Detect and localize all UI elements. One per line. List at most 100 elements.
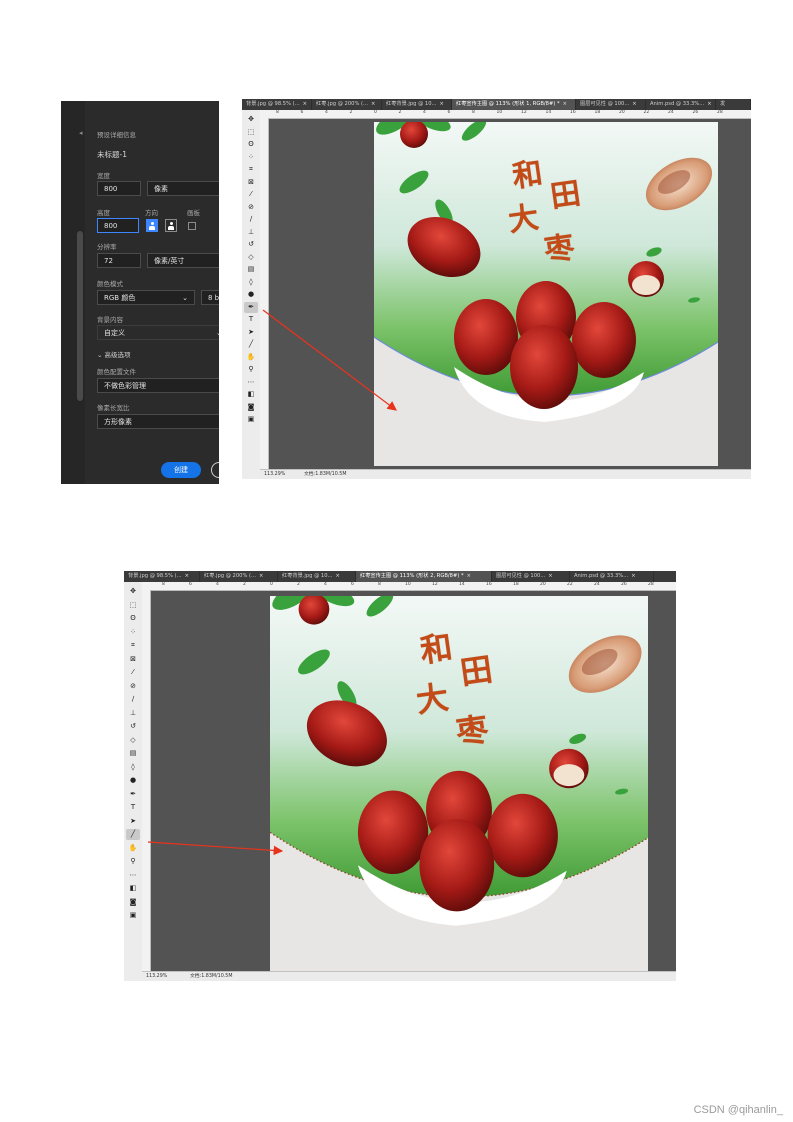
screen-mode-icon[interactable]: ▣ xyxy=(126,910,140,921)
frame-tool-icon[interactable]: ⊠ xyxy=(244,177,258,188)
close-icon[interactable]: × xyxy=(185,573,189,579)
quick-select-tool-icon[interactable]: ⁘ xyxy=(244,152,258,163)
hand-tool-icon[interactable]: ✋ xyxy=(126,843,140,854)
height-input[interactable]: 800 xyxy=(97,218,139,233)
eyedropper-tool-icon[interactable]: ⁄ xyxy=(126,667,140,678)
document-tab[interactable]: 红枣.jpg @ 200% (... × xyxy=(200,571,278,582)
document-tab-active[interactable]: 红枣宣传主图 @ 113% (形状 2, RGB/8#) * × xyxy=(356,571,492,582)
document-tab-active[interactable]: 红枣宣传主图 @ 113% (形状 1, RGB/8#) * × xyxy=(452,99,576,110)
healing-tool-icon[interactable]: ⊘ xyxy=(126,681,140,692)
artboard-checkbox[interactable] xyxy=(188,222,196,230)
document-tab[interactable]: 图层可见性 @ 100... × xyxy=(576,99,646,110)
dodge-tool-icon[interactable]: ● xyxy=(126,775,140,786)
zoom-level[interactable]: 113.29% xyxy=(264,470,285,479)
document-tab[interactable]: 红枣背景.jpg @ 10... × xyxy=(382,99,452,110)
path-select-tool-icon[interactable]: ➤ xyxy=(244,327,258,338)
brush-tool-icon[interactable]: ∕ xyxy=(126,694,140,705)
dodge-tool-icon[interactable]: ● xyxy=(244,289,258,300)
colors-icon[interactable]: ◧ xyxy=(126,883,140,894)
colors-icon[interactable]: ◧ xyxy=(244,389,258,400)
width-unit-select[interactable]: 像素 xyxy=(147,181,219,196)
stamp-tool-icon[interactable]: ⊥ xyxy=(126,708,140,719)
move-tool-icon[interactable]: ✥ xyxy=(244,114,258,125)
stamp-tool-icon[interactable]: ⊥ xyxy=(244,227,258,238)
history-brush-tool-icon[interactable]: ↺ xyxy=(244,239,258,250)
crop-tool-icon[interactable]: ⌗ xyxy=(244,164,258,175)
healing-tool-icon[interactable]: ⊘ xyxy=(244,202,258,213)
close-icon[interactable]: × xyxy=(467,573,471,579)
close-icon[interactable]: × xyxy=(259,573,263,579)
type-tool-icon[interactable]: T xyxy=(126,802,140,813)
document-tab[interactable]: 背景.jpg @ 98.5% (... × xyxy=(124,571,200,582)
horizontal-ruler[interactable]: 8 6 4 2 0 2 4 6 8 10 12 14 16 18 20 22 24 26 28 xyxy=(260,110,751,119)
document-tab[interactable]: 红枣背景.jpg @ 10... × xyxy=(278,571,356,582)
quick-select-tool-icon[interactable]: ⁘ xyxy=(126,627,140,638)
line-tool-icon[interactable]: ╱ xyxy=(126,829,140,840)
lasso-tool-icon[interactable]: ʘ xyxy=(126,613,140,624)
history-brush-tool-icon[interactable]: ↺ xyxy=(126,721,140,732)
color-mode-select[interactable]: RGB 颜色 ⌄ xyxy=(97,290,195,305)
document-tab[interactable]: 图层可见性 @ 100... × xyxy=(492,571,570,582)
panel-scrollbar[interactable] xyxy=(77,231,83,401)
gradient-tool-icon[interactable]: ▤ xyxy=(126,748,140,759)
crop-tool-icon[interactable]: ⌗ xyxy=(126,640,140,651)
screen-mode-icon[interactable]: ▣ xyxy=(244,414,258,425)
path-select-tool-icon[interactable]: ➤ xyxy=(126,816,140,827)
zoom-tool-icon[interactable]: ⚲ xyxy=(126,856,140,867)
quick-mask-icon[interactable]: ◙ xyxy=(244,402,258,413)
horizontal-ruler[interactable]: 8 6 4 2 0 2 4 6 8 10 12 14 16 18 20 22 24 26 28 xyxy=(142,582,676,591)
document-tab[interactable]: 红枣.jpg @ 200% (... × xyxy=(312,99,382,110)
close-icon[interactable]: × xyxy=(371,101,375,107)
line-tool-icon[interactable]: ╱ xyxy=(244,339,258,350)
hand-tool-icon[interactable]: ✋ xyxy=(244,352,258,363)
pen-tool-icon[interactable]: ✒ xyxy=(126,789,140,800)
frame-tool-icon[interactable]: ⊠ xyxy=(126,654,140,665)
blur-tool-icon[interactable]: ◊ xyxy=(244,277,258,288)
type-tool-icon[interactable]: T xyxy=(244,314,258,325)
close-icon[interactable]: × xyxy=(303,101,307,107)
document-name-field[interactable]: 未标题-1 xyxy=(97,149,127,160)
bit-depth-select[interactable]: 8 b xyxy=(201,290,219,305)
document-canvas[interactable]: 和田大枣 xyxy=(374,122,718,466)
create-button[interactable]: 创建 xyxy=(161,462,201,478)
resolution-unit-select[interactable]: 像素/英寸 xyxy=(147,253,219,268)
quick-mask-icon[interactable]: ◙ xyxy=(126,897,140,908)
collapse-icon[interactable]: ◂ xyxy=(79,129,83,137)
more-tools-icon[interactable]: ⋯ xyxy=(126,870,140,881)
document-tab[interactable]: 背景.jpg @ 98.5% (... × xyxy=(242,99,312,110)
brush-tool-icon[interactable]: ∕ xyxy=(244,214,258,225)
gradient-tool-icon[interactable]: ▤ xyxy=(244,264,258,275)
pen-tool-icon[interactable]: ✒ xyxy=(244,301,258,313)
close-icon[interactable]: × xyxy=(631,573,635,579)
background-contents-select[interactable]: 自定义 ⌄ xyxy=(97,325,219,340)
close-icon[interactable]: × xyxy=(707,101,711,107)
close-icon[interactable]: × xyxy=(439,101,443,107)
pixel-aspect-select[interactable]: 方形像素 xyxy=(97,414,219,429)
marquee-tool-icon[interactable]: ⬚ xyxy=(244,127,258,138)
close-icon[interactable]: × xyxy=(563,101,567,107)
document-tab[interactable]: Anim.psd @ 33.3%... × xyxy=(646,99,716,110)
close-button[interactable] xyxy=(211,462,219,478)
document-canvas[interactable]: 和田大枣 xyxy=(270,596,648,974)
close-icon[interactable]: × xyxy=(632,101,636,107)
advanced-options-toggle[interactable]: ⌄ 高级选项 xyxy=(97,349,131,359)
width-input[interactable]: 800 xyxy=(97,181,141,196)
landscape-orientation-button[interactable] xyxy=(165,219,177,232)
move-tool-icon[interactable]: ✥ xyxy=(126,586,140,597)
document-tab[interactable]: 发 xyxy=(716,99,751,110)
lasso-tool-icon[interactable]: ʘ xyxy=(244,139,258,150)
zoom-tool-icon[interactable]: ⚲ xyxy=(244,364,258,375)
close-icon[interactable]: × xyxy=(335,573,339,579)
eraser-tool-icon[interactable]: ◇ xyxy=(126,735,140,746)
portrait-orientation-button[interactable] xyxy=(146,219,158,232)
color-profile-select[interactable]: 不做色彩管理 xyxy=(97,378,219,393)
eyedropper-tool-icon[interactable]: ⁄ xyxy=(244,189,258,200)
marquee-tool-icon[interactable]: ⬚ xyxy=(126,600,140,611)
eraser-tool-icon[interactable]: ◇ xyxy=(244,252,258,263)
zoom-level[interactable]: 113.29% xyxy=(146,972,167,981)
blur-tool-icon[interactable]: ◊ xyxy=(126,762,140,773)
close-icon[interactable]: × xyxy=(548,573,552,579)
vertical-ruler[interactable] xyxy=(260,118,269,470)
vertical-ruler[interactable] xyxy=(142,590,151,972)
more-tools-icon[interactable]: ⋯ xyxy=(244,377,258,388)
